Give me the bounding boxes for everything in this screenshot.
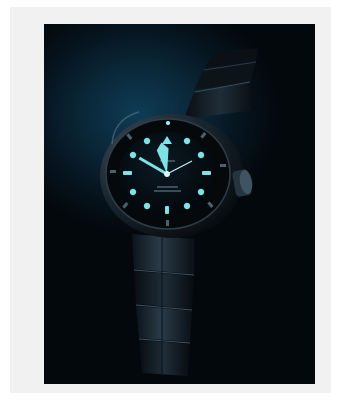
upper-bracelet — [184, 48, 258, 119]
watch-photo — [44, 24, 315, 384]
lower-bracelet — [132, 234, 195, 376]
watch-illustration — [100, 48, 258, 376]
